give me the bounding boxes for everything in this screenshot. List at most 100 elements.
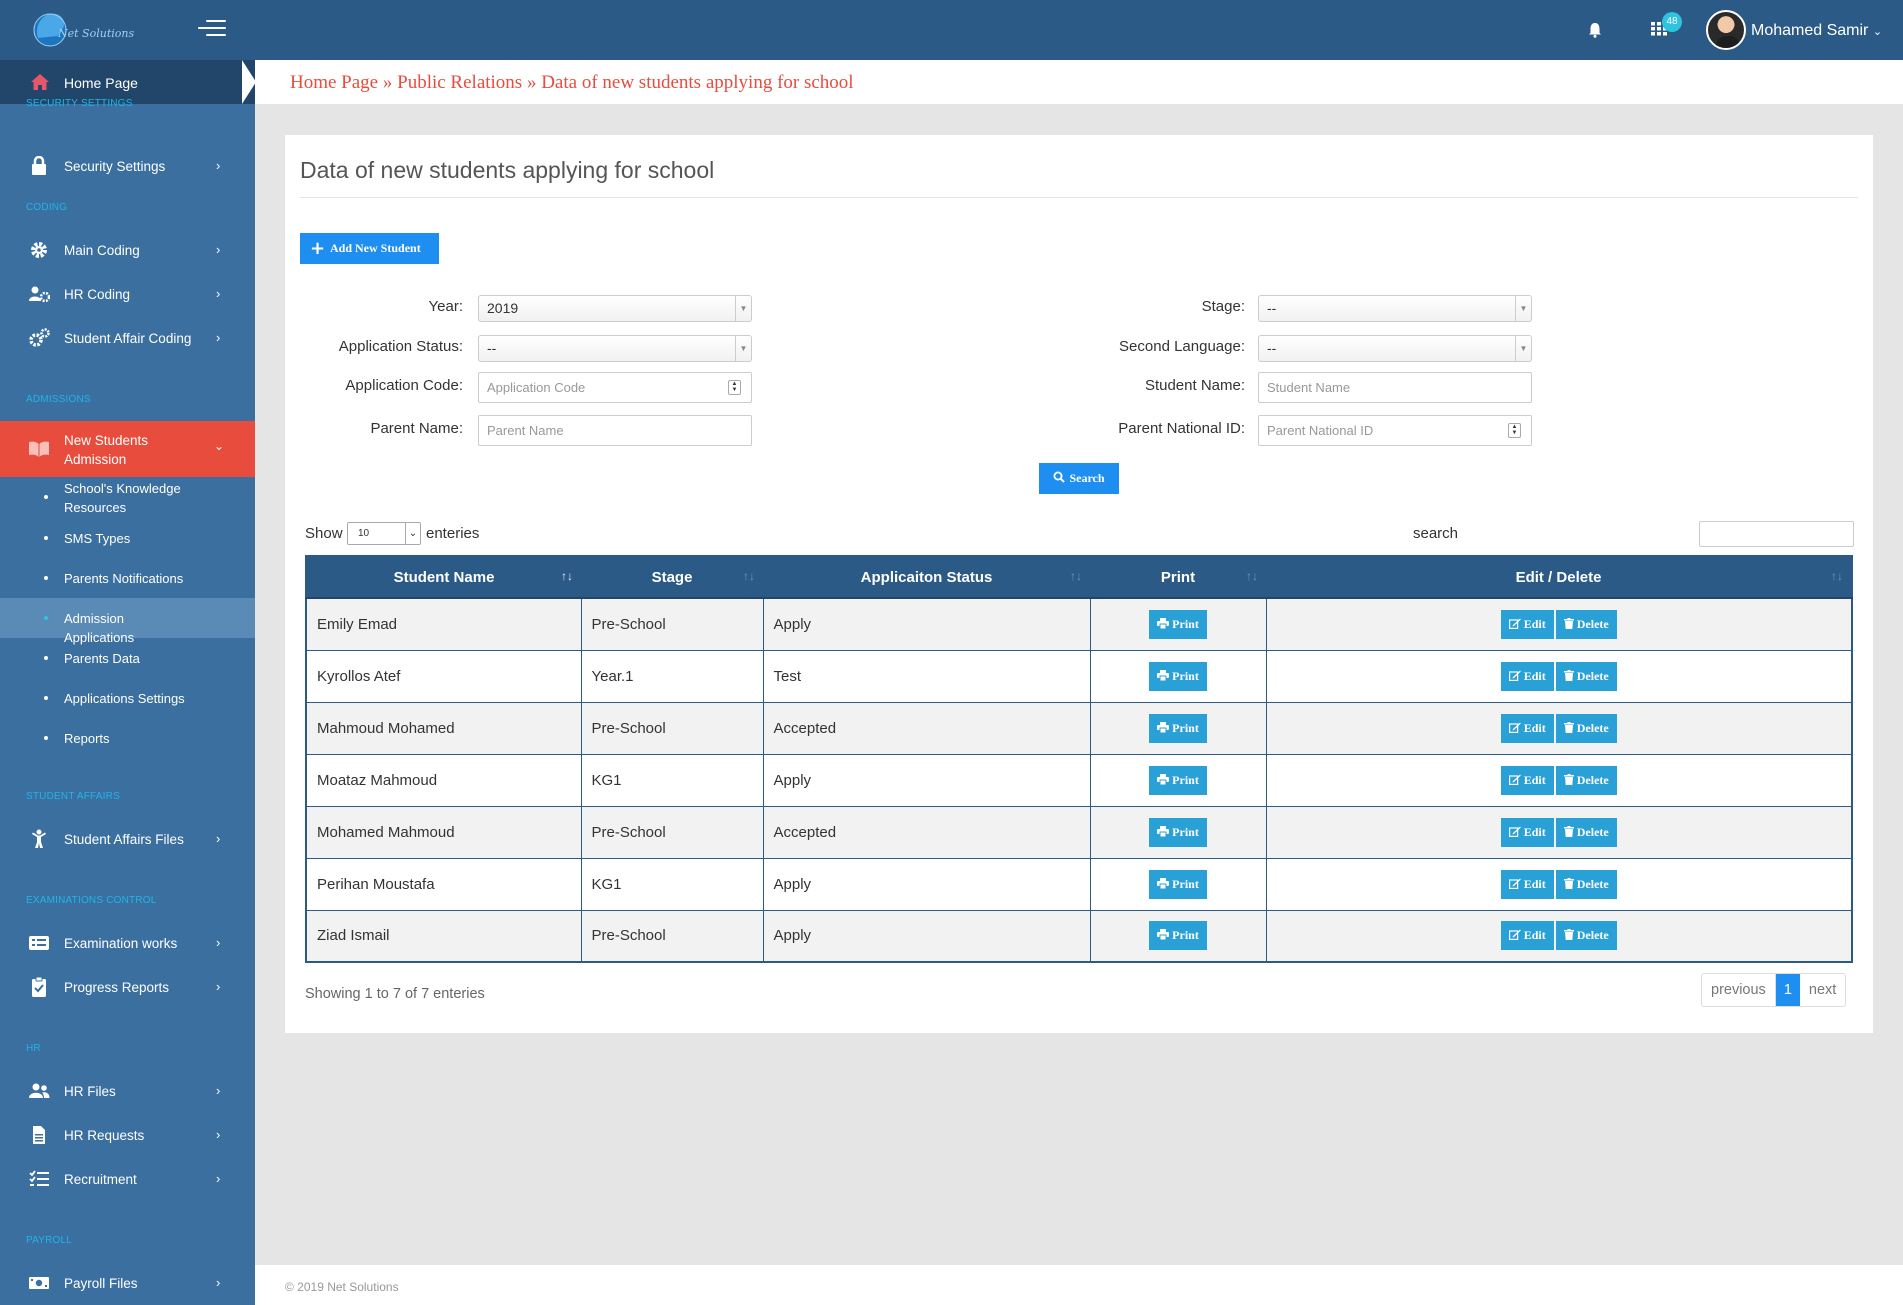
input-placeholder: Parent National ID — [1267, 423, 1374, 438]
application-status-label: Application Status: — [338, 338, 463, 355]
delete-button[interactable]: Delete — [1555, 817, 1617, 847]
section-title: STUDENT AFFAIRS — [26, 791, 120, 802]
second-language-select[interactable]: -- ▼ — [1258, 335, 1532, 362]
edit-button[interactable]: Edit — [1500, 921, 1554, 951]
parent-name-input[interactable]: Parent Name — [478, 415, 752, 446]
sidebar-item-progress-reports[interactable]: Progress Reports › — [0, 971, 255, 1003]
delete-button[interactable]: Delete — [1555, 609, 1617, 639]
sidebar-subitem-applications-settings[interactable]: Applications Settings — [0, 678, 255, 718]
sidebar-subitem-reports[interactable]: Reports — [0, 718, 255, 758]
table-search-input[interactable] — [1699, 521, 1854, 547]
print-button[interactable]: Print — [1149, 609, 1207, 639]
delete-button[interactable]: Delete — [1555, 713, 1617, 743]
sidebar-item-label: Progress Reports — [64, 980, 170, 995]
money-bill-icon — [29, 1277, 49, 1289]
sidebar-toggle-icon[interactable] — [198, 20, 226, 40]
sidebar-item-student-affair-coding[interactable]: Student Affair Coding › — [0, 322, 255, 354]
table-header-row: Student Name ↑↓ Stage ↑↓ Applicaiton Statu… — [306, 556, 1852, 599]
sidebar-item-recruitment[interactable]: Recruitment › — [0, 1163, 255, 1195]
spinner-icon[interactable]: ▲ ▼ — [1508, 423, 1521, 438]
child-icon — [32, 829, 46, 848]
sidebar-item-label: Student Affair Coding — [64, 331, 192, 346]
col-stage[interactable]: Stage ↑↓ — [581, 556, 763, 599]
user-menu[interactable]: Mohamed Samir ⌄ — [1751, 22, 1882, 40]
sidebar-subitem-sms-types[interactable]: SMS Types — [0, 518, 255, 558]
sidebar-subitem-parents-notifications[interactable]: Parents Notifications — [0, 558, 255, 598]
search-button[interactable]: Search — [1039, 463, 1119, 494]
enteries-label: enteries — [426, 525, 480, 542]
caret-down-icon: ▼ — [1515, 296, 1531, 321]
cell-status: Accepted — [762, 805, 1091, 859]
col-edit-delete[interactable]: Edit / Delete ↑↓ — [1266, 556, 1852, 599]
year-select[interactable]: 2019 ▼ — [478, 295, 752, 322]
page-size-select[interactable]: 10 ⌄ — [347, 522, 421, 545]
application-code-input[interactable]: Application Code ▲ ▼ — [478, 372, 752, 403]
print-button[interactable]: Print — [1149, 869, 1207, 899]
bullet-icon — [44, 696, 48, 700]
sidebar-subitem-admission-applications[interactable]: Admission Applications — [0, 598, 255, 645]
cell-print: Print — [1089, 857, 1267, 911]
application-status-select[interactable]: -- ▼ — [478, 335, 752, 362]
edit-icon — [1508, 618, 1521, 629]
edit-icon — [1508, 878, 1521, 889]
add-new-student-button[interactable]: + Add New Student — [300, 233, 439, 264]
print-button[interactable]: Print — [1149, 713, 1207, 743]
pagination-page-1[interactable]: 1 — [1775, 974, 1800, 1006]
edit-button[interactable]: Edit — [1500, 817, 1554, 847]
sidebar-subitem-knowledge-resources[interactable]: School's Knowledge Resources — [0, 477, 255, 517]
pagination-previous[interactable]: previous — [1702, 974, 1776, 1006]
cell-stage: Pre-School — [580, 805, 764, 859]
button-label: Print — [1172, 668, 1199, 683]
cell-stage: KG1 — [580, 857, 764, 911]
chevron-down-icon: ⌄ — [1872, 26, 1883, 38]
delete-button[interactable]: Delete — [1555, 765, 1617, 795]
sidebar-item-hr-files[interactable]: HR Files › — [0, 1075, 255, 1107]
pagination-next[interactable]: next — [1800, 974, 1845, 1006]
delete-button[interactable]: Delete — [1555, 921, 1617, 951]
cell-status: Accepted — [762, 701, 1091, 755]
student-name-input[interactable]: Student Name — [1258, 372, 1532, 403]
parent-national-id-label: Parent National ID: — [1118, 420, 1245, 437]
edit-button[interactable]: Edit — [1500, 609, 1554, 639]
stage-select[interactable]: -- ▼ — [1258, 295, 1532, 322]
edit-button[interactable]: Edit — [1500, 713, 1554, 743]
col-application-status[interactable]: Applicaiton Status ↑↓ — [763, 556, 1090, 599]
avatar[interactable] — [1706, 10, 1746, 50]
file-icon — [33, 1126, 45, 1144]
col-student-name[interactable]: Student Name ↑↓ — [306, 556, 581, 599]
edit-button[interactable]: Edit — [1500, 661, 1554, 691]
bell-icon[interactable] — [1588, 22, 1602, 38]
section-title: CODING — [26, 202, 68, 213]
section-title: EXAMINATIONS CONTROL — [26, 895, 157, 906]
spinner-icon[interactable]: ▲ ▼ — [728, 380, 741, 395]
sidebar-item-main-coding[interactable]: Main Coding › — [0, 234, 255, 266]
sidebar-item-hr-requests[interactable]: HR Requests › — [0, 1119, 255, 1151]
tasks-icon — [29, 1170, 49, 1186]
edit-button[interactable]: Edit — [1500, 869, 1554, 899]
edit-button[interactable]: Edit — [1500, 765, 1554, 795]
button-label: Print — [1172, 772, 1199, 787]
print-button[interactable]: Print — [1149, 921, 1207, 951]
sidebar-subitem-parents-data[interactable]: Parents Data — [0, 638, 255, 678]
print-button[interactable]: Print — [1149, 817, 1207, 847]
col-print[interactable]: Print ↑↓ — [1090, 556, 1266, 599]
sidebar-item-hr-coding[interactable]: HR Coding › — [0, 278, 255, 310]
breadcrumb-home[interactable]: Home Page — [290, 72, 378, 93]
show-label: Show — [305, 525, 343, 542]
delete-button[interactable]: Delete — [1555, 869, 1617, 899]
sidebar-item-security-settings[interactable]: Security Settings › — [0, 150, 255, 182]
sidebar-item-new-students-admission[interactable]: New Students Admission ⌄ — [0, 421, 255, 477]
sidebar-item-student-affairs-files[interactable]: Student Affairs Files › — [0, 823, 255, 855]
search-icon — [1053, 471, 1066, 483]
sort-icon: ↑↓ — [743, 569, 755, 583]
print-button[interactable]: Print — [1149, 765, 1207, 795]
sidebar-item-payroll-files[interactable]: Payroll Files › — [0, 1267, 255, 1299]
sidebar-item-examination-works[interactable]: Examination works › — [0, 927, 255, 959]
table-row: Ziad Ismail Pre-School Apply Print Edit Delet… — [305, 909, 1853, 963]
parent-national-id-input[interactable]: Parent National ID ▲ ▼ — [1258, 415, 1532, 446]
delete-button[interactable]: Delete — [1555, 661, 1617, 691]
home-icon — [31, 74, 49, 90]
breadcrumb-public-relations[interactable]: Public Relations — [397, 72, 522, 93]
print-button[interactable]: Print — [1149, 661, 1207, 691]
cell-student-name: Kyrollos Atef — [305, 649, 582, 703]
